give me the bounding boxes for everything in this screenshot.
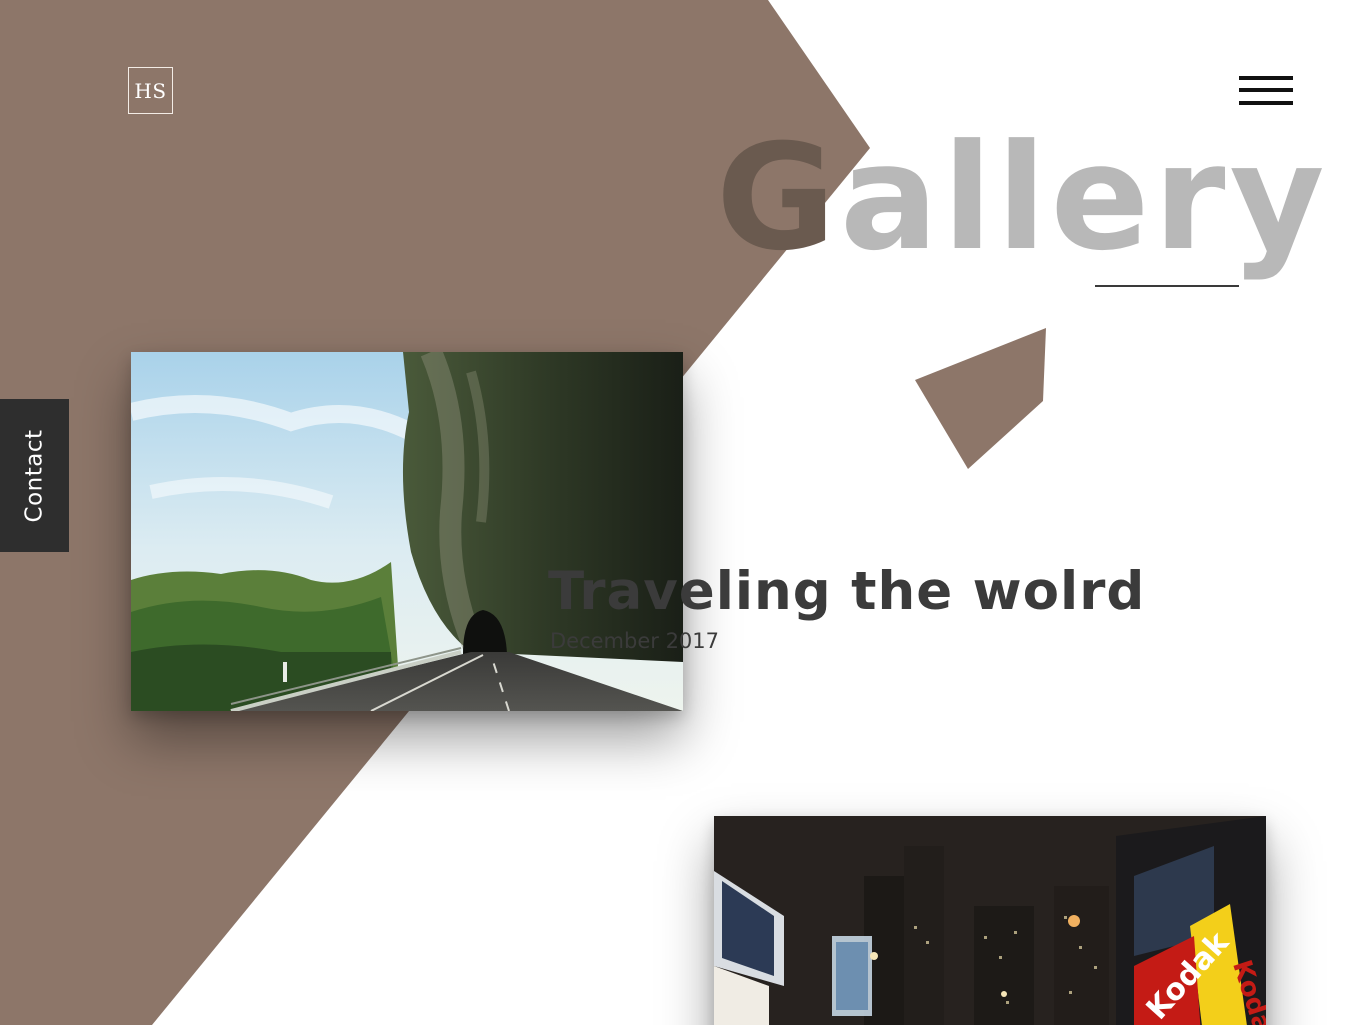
contact-tab-label: Contact [21, 429, 48, 522]
mountain-road-image [131, 352, 683, 711]
logo-text: HS [134, 78, 167, 103]
gallery-page: HS Gallery Contact Traveling the wolrd D… [0, 0, 1366, 1025]
city-night-image: Kodak Koda [714, 816, 1266, 1025]
page-title: Gallery [716, 108, 1336, 288]
hamburger-menu-icon[interactable] [1239, 75, 1293, 107]
post-title[interactable]: Traveling the wolrd [548, 560, 1145, 624]
contact-tab[interactable]: Contact [0, 399, 69, 552]
title-underline [1095, 285, 1239, 287]
menu-bar [1239, 101, 1293, 105]
post-date: December 2017 [550, 629, 720, 653]
small-triangle-shape [915, 328, 1046, 469]
logo[interactable]: HS [128, 67, 173, 114]
page-title-rest: allery [839, 113, 1329, 283]
photo-card-mountain-road[interactable] [131, 352, 683, 711]
photo-card-city-night[interactable]: Kodak Koda [714, 816, 1266, 1025]
page-title-initial: G [716, 113, 840, 283]
menu-bar [1239, 76, 1293, 80]
menu-bar [1239, 88, 1293, 92]
